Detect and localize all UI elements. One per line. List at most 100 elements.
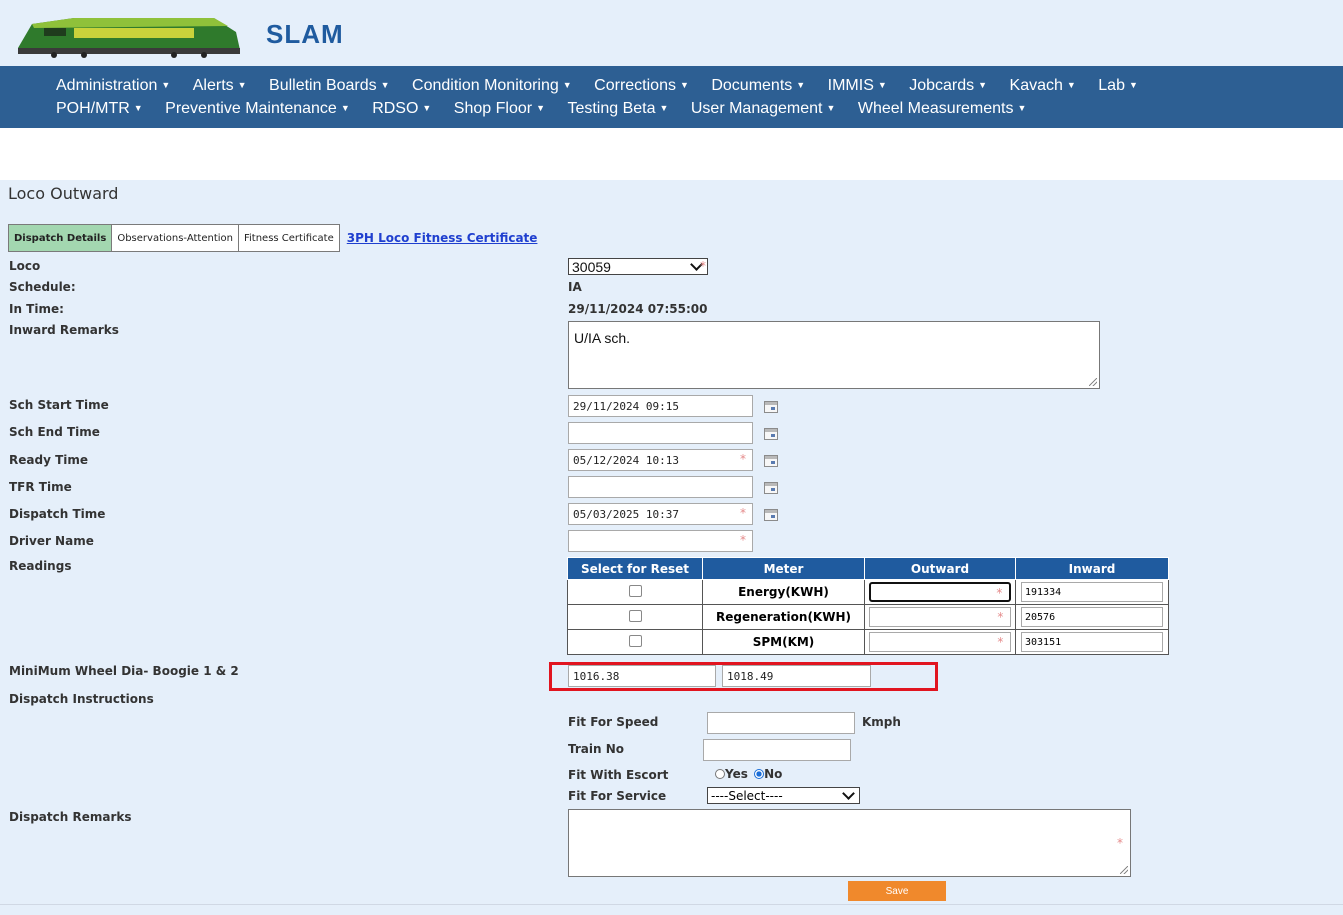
header-inward: Inward: [1015, 557, 1169, 580]
nav-testing-beta[interactable]: Testing Beta ▼: [567, 100, 668, 118]
nav-corrections[interactable]: Corrections ▼: [594, 77, 689, 95]
label-dispatch-time: Dispatch Time: [9, 507, 106, 521]
reset-cell: [567, 629, 703, 655]
outward-input[interactable]: *: [869, 582, 1011, 602]
required-icon: *: [1117, 836, 1123, 850]
inward-cell: 20576: [1015, 604, 1169, 630]
label-loco: Loco: [9, 259, 41, 273]
inward-cell: 191334: [1015, 579, 1169, 605]
dispatch-time-input[interactable]: 05/03/2025 10:37: [568, 503, 753, 525]
inward-input[interactable]: 303151: [1021, 632, 1163, 652]
outward-cell: *: [864, 629, 1016, 655]
reset-checkbox[interactable]: [628, 609, 642, 622]
chevron-down-icon: [842, 787, 855, 800]
caret-down-icon: ▼: [978, 80, 988, 90]
nav-administration[interactable]: Administration ▼: [56, 77, 170, 95]
calendar-icon[interactable]: [764, 509, 778, 521]
speed-unit: Kmph: [862, 715, 901, 729]
save-button[interactable]: Save: [848, 881, 946, 901]
nav-shop-floor[interactable]: Shop Floor ▼: [454, 100, 545, 118]
nav-user-management[interactable]: User Management ▼: [691, 100, 836, 118]
escort-yes-label: Yes: [725, 767, 748, 781]
nav-documents[interactable]: Documents ▼: [711, 77, 805, 95]
escort-no-radio[interactable]: [754, 769, 765, 779]
fit-for-service-value: ----Select----: [711, 788, 783, 803]
nav-row-2: POH/MTR ▼ Preventive Maintenance ▼ RDSO ▼ S…: [56, 100, 1044, 118]
sch-end-time-input[interactable]: [568, 422, 753, 444]
inward-remarks-text: U/IA sch.: [574, 330, 631, 346]
nav-wheel-measurements[interactable]: Wheel Measurements ▼: [858, 100, 1027, 118]
calendar-icon[interactable]: [764, 428, 778, 440]
reset-checkbox[interactable]: [628, 634, 642, 647]
link-3ph-loco-fitness-certificate[interactable]: 3PH Loco Fitness Certificate: [347, 231, 538, 245]
tab-fitness-certificate[interactable]: Fitness Certificate: [237, 224, 340, 252]
loco-select[interactable]: 30059: [568, 258, 708, 275]
label-dispatch-instructions: Dispatch Instructions: [9, 692, 154, 706]
label-sch-end-time: Sch End Time: [9, 425, 100, 439]
nav-jobcards[interactable]: Jobcards ▼: [909, 77, 987, 95]
caret-down-icon: ▼: [1017, 103, 1027, 113]
resize-handle-icon[interactable]: [1120, 866, 1128, 874]
reset-checkbox[interactable]: [628, 584, 642, 597]
nav-lab[interactable]: Lab ▼: [1098, 77, 1138, 95]
divider: [0, 904, 1343, 905]
nav-alerts[interactable]: Alerts ▼: [193, 77, 247, 95]
nav-condition-monitoring[interactable]: Condition Monitoring ▼: [412, 77, 572, 95]
highlight-box: [549, 662, 938, 691]
tab-observations-attention[interactable]: Observations-Attention: [111, 224, 239, 252]
caret-down-icon: ▼: [380, 80, 390, 90]
nav-poh-mtr[interactable]: POH/MTR ▼: [56, 100, 143, 118]
table-row: Regeneration(KWH) * 20576: [567, 604, 1169, 630]
caret-down-icon: ▼: [1128, 80, 1138, 90]
calendar-icon[interactable]: [764, 482, 778, 494]
label-tfr-time: TFR Time: [9, 480, 72, 494]
fit-for-speed-input[interactable]: [707, 712, 855, 734]
driver-name-input[interactable]: [568, 530, 753, 552]
escort-yes-radio[interactable]: [715, 769, 725, 779]
outward-input[interactable]: *: [869, 632, 1011, 652]
sch-start-time-input[interactable]: 29/11/2024 09:15: [568, 395, 753, 417]
tab-dispatch-details[interactable]: Dispatch Details: [8, 224, 113, 252]
nav-kavach[interactable]: Kavach ▼: [1010, 77, 1076, 95]
required-icon: *: [995, 586, 1003, 600]
fit-for-service-select[interactable]: ----Select----: [707, 787, 860, 804]
required-icon: *: [700, 259, 706, 273]
caret-down-icon: ▼: [536, 103, 545, 113]
table-row: Energy(KWH) * 191334: [567, 579, 1169, 605]
caret-down-icon: ▼: [562, 80, 572, 90]
readings-table: Select for Reset Meter Outward Inward En…: [567, 557, 1169, 655]
reset-cell: [567, 604, 703, 630]
nav-bulletin-boards[interactable]: Bulletin Boards ▼: [269, 77, 390, 95]
required-icon: *: [740, 506, 746, 520]
nav-row-1: Administration ▼ Alerts ▼ Bulletin Boards ▼…: [56, 77, 1156, 95]
ready-time-input[interactable]: 05/12/2024 10:13: [568, 449, 753, 471]
main-nav: [0, 66, 1343, 128]
caret-down-icon: ▼: [422, 103, 432, 113]
spacer-strip: [0, 128, 1343, 180]
nav-immis[interactable]: IMMIS ▼: [828, 77, 887, 95]
inward-input[interactable]: 191334: [1021, 582, 1163, 602]
nav-rdso[interactable]: RDSO ▼: [372, 100, 431, 118]
calendar-icon[interactable]: [764, 401, 778, 413]
meter-cell: Regeneration(KWH): [702, 604, 865, 630]
outward-input[interactable]: *: [869, 607, 1011, 627]
resize-handle-icon[interactable]: [1089, 378, 1097, 386]
header-select-for-reset: Select for Reset: [567, 557, 703, 580]
label-ready-time: Ready Time: [9, 453, 89, 467]
train-no-input[interactable]: [703, 739, 851, 761]
nav-preventive-maintenance[interactable]: Preventive Maintenance ▼: [165, 100, 350, 118]
label-in-time: In Time:: [9, 302, 64, 316]
label-sch-start-time: Sch Start Time: [9, 398, 109, 412]
inward-remarks-textarea[interactable]: U/IA sch.: [568, 321, 1100, 389]
inward-input[interactable]: 20576: [1021, 607, 1163, 627]
schedule-value: IA: [568, 280, 582, 294]
caret-down-icon: ▼: [1066, 80, 1076, 90]
dispatch-remarks-textarea[interactable]: *: [568, 809, 1131, 877]
caret-down-icon: ▼: [659, 103, 669, 113]
escort-radio-group: Yes No: [715, 767, 782, 781]
tfr-time-input[interactable]: [568, 476, 753, 498]
caret-down-icon: ▼: [133, 103, 143, 113]
outward-cell: *: [864, 604, 1016, 630]
meter-cell: SPM(KM): [702, 629, 865, 655]
calendar-icon[interactable]: [764, 455, 778, 467]
